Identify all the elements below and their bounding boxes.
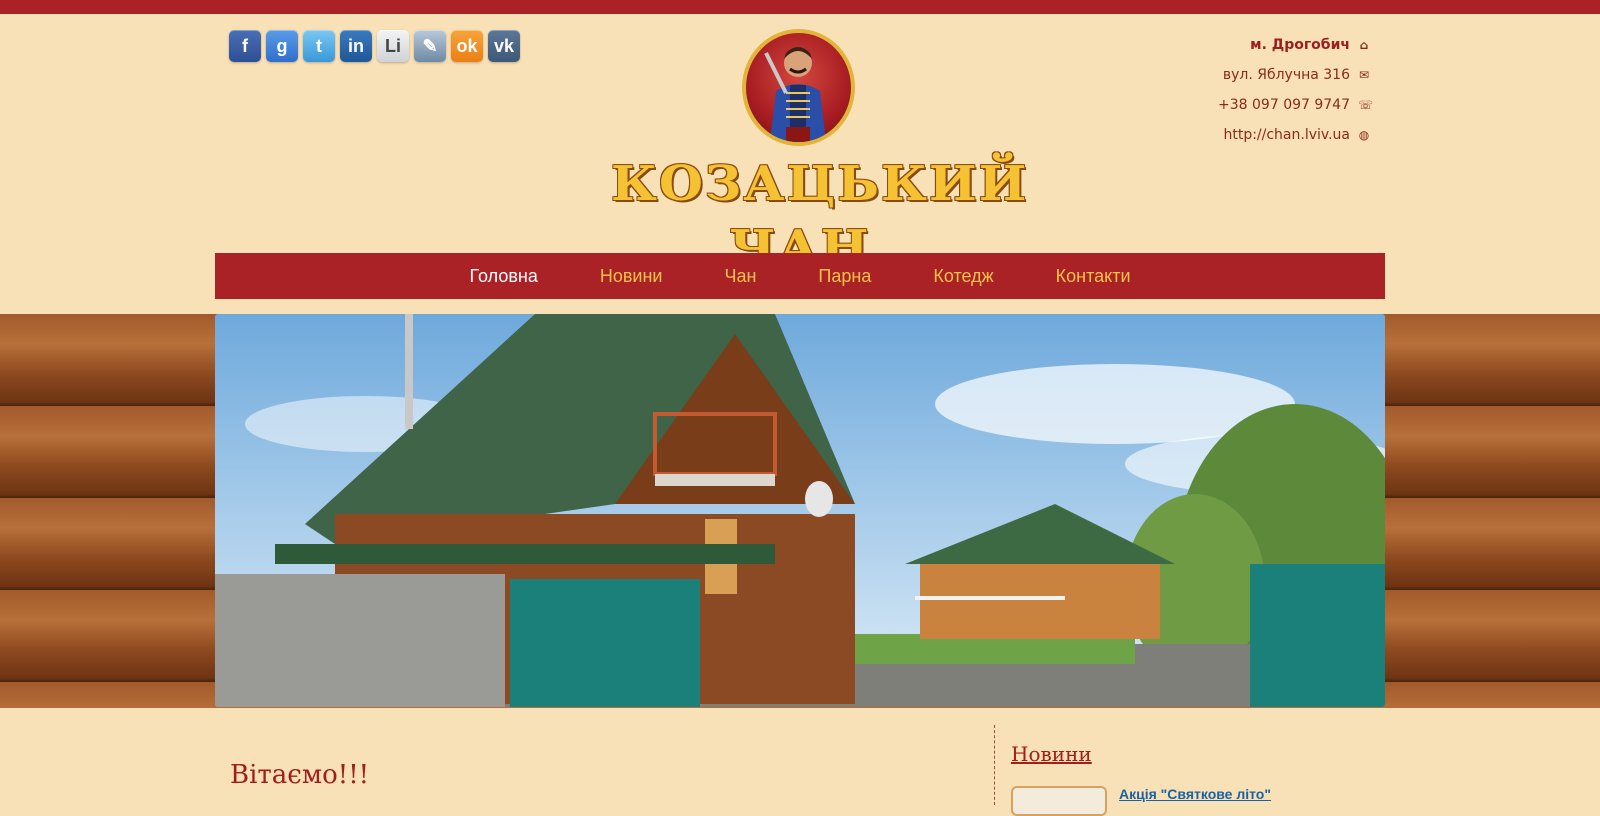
logo-cossack-emblem[interactable] <box>742 29 855 146</box>
hero-banner-image <box>215 314 1385 707</box>
livejournal-icon[interactable]: ✎ <box>414 30 446 62</box>
top-bar <box>0 0 1600 14</box>
phone-icon: ☏ <box>1358 98 1374 112</box>
sidebar-divider <box>994 725 995 805</box>
city-text: м. Дрогобич <box>1250 37 1350 53</box>
contact-website: http://chan.lviv.ua ◍ <box>1218 120 1370 150</box>
sidebar-news-title[interactable]: Новини <box>1011 742 1092 766</box>
website-link[interactable]: http://chan.lviv.ua <box>1223 124 1350 146</box>
contact-city: м. Дрогобич ⌂ <box>1218 30 1370 60</box>
main-navigation: Головна Новини Чан Парна Котедж Контакти <box>215 253 1385 299</box>
nav-item-news[interactable]: Новини <box>600 266 663 287</box>
home-icon: ⌂ <box>1359 38 1369 52</box>
odnoklassniki-icon[interactable]: ok <box>451 30 483 62</box>
nav-item-contacts[interactable]: Контакти <box>1056 266 1131 287</box>
nav-item-tub[interactable]: Чан <box>724 266 756 287</box>
nav-item-cottage[interactable]: Котедж <box>933 266 993 287</box>
globe-icon: ◍ <box>1358 128 1370 142</box>
welcome-heading: Вітаємо!!! <box>230 760 370 790</box>
contact-address: вул. Яблучна 316 ✉ <box>1218 60 1370 90</box>
address-text: вул. Яблучна 316 <box>1222 67 1350 83</box>
envelope-icon: ✉ <box>1358 68 1370 82</box>
social-share-bar: f g t in Li ✎ ok vk <box>229 30 520 62</box>
linkedin-icon[interactable]: in <box>340 30 372 62</box>
cossack-portrait-icon <box>764 47 826 142</box>
news-thumbnail[interactable] <box>1011 786 1107 816</box>
contact-info: м. Дрогобич ⌂ вул. Яблучна 316 ✉ +38 097… <box>1218 30 1374 150</box>
twitter-icon[interactable]: t <box>303 30 335 62</box>
nav-item-sauna[interactable]: Парна <box>818 266 871 287</box>
nav-item-home[interactable]: Головна <box>469 266 537 287</box>
google-icon[interactable]: g <box>266 30 298 62</box>
site-title-logo[interactable]: КОЗАЦЬКИЙ ЧАН <box>611 152 1026 276</box>
phone-text: +38 097 097 9747 <box>1218 97 1350 113</box>
liveinternet-icon[interactable]: Li <box>377 30 409 62</box>
house-photo <box>215 314 1385 707</box>
contact-phone: +38 097 097 9747 ☏ <box>1218 90 1374 120</box>
facebook-icon[interactable]: f <box>229 30 261 62</box>
vk-icon[interactable]: vk <box>488 30 520 62</box>
